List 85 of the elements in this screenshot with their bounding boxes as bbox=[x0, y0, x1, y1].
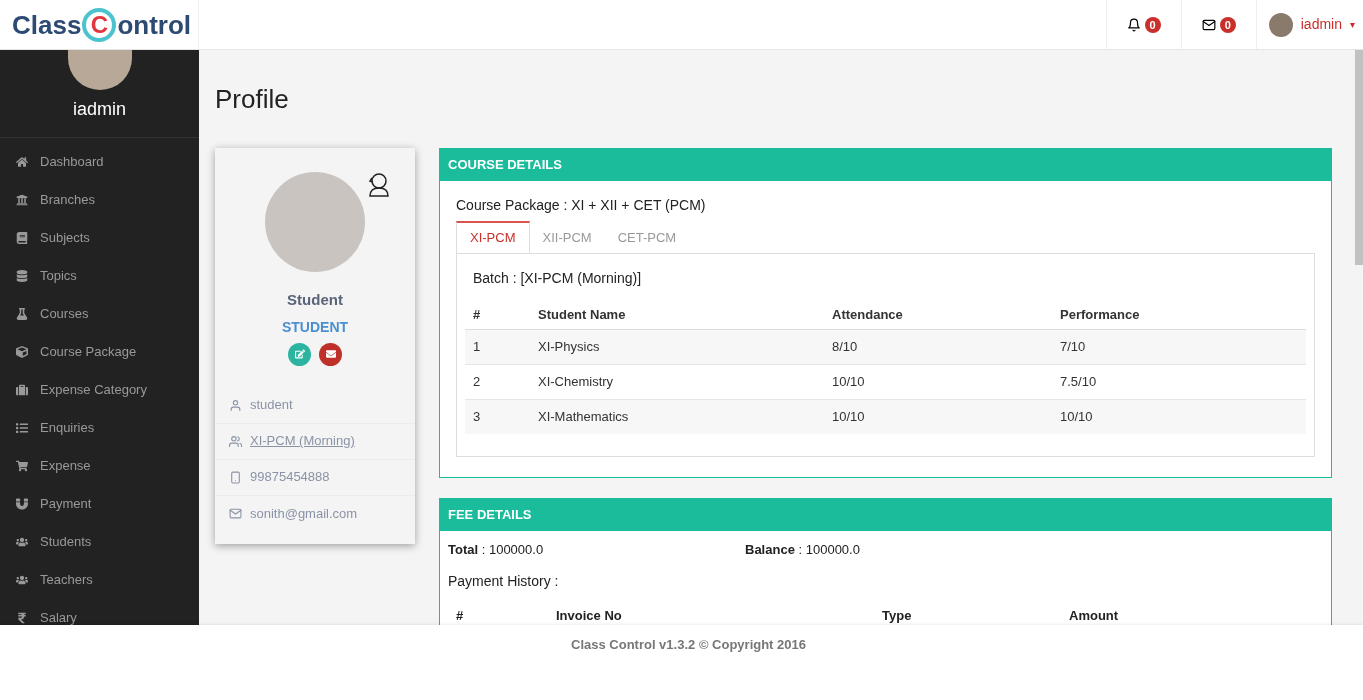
profile-detail: student bbox=[250, 396, 293, 415]
magnet-icon bbox=[16, 498, 28, 510]
notification-count: 0 bbox=[1144, 16, 1161, 33]
column-header: Amount bbox=[1069, 606, 1119, 625]
total-amount: Total : 100000.0 bbox=[448, 541, 545, 559]
avatar bbox=[67, 50, 132, 90]
batch-label: Batch : [XI-PCM (Morning)] bbox=[472, 269, 643, 288]
table-cell: XI-Physics bbox=[538, 338, 600, 354]
home-icon bbox=[16, 156, 28, 168]
column-header: Student Name bbox=[538, 307, 626, 322]
sidebar-item[interactable]: Subjects bbox=[0, 219, 199, 257]
sidebar-item[interactable]: Teachers bbox=[0, 561, 199, 599]
sidebar-item[interactable]: Payment bbox=[0, 485, 199, 523]
table-cell: XI-Mathematics bbox=[538, 409, 629, 424]
tab[interactable]: XII-PCM bbox=[529, 221, 605, 253]
sidebar-username: iadmin bbox=[73, 98, 126, 121]
table-cell: 10/10 bbox=[1060, 409, 1093, 424]
profile-name: Student bbox=[286, 290, 344, 310]
payment-history-label: Payment History : bbox=[448, 571, 560, 591]
messages-button[interactable]: 0 bbox=[1180, 0, 1256, 49]
sidebar-item[interactable]: Course Package bbox=[0, 333, 199, 371]
sidebar-item[interactable]: Courses bbox=[0, 295, 199, 333]
table-cell: 3 bbox=[473, 409, 481, 424]
users-icon bbox=[16, 574, 28, 586]
profile-role: STUDENT bbox=[280, 317, 350, 337]
edit-icon bbox=[294, 349, 305, 359]
mail-icon bbox=[1201, 17, 1216, 32]
bell-icon bbox=[1126, 17, 1141, 32]
message-count: 0 bbox=[1219, 16, 1236, 33]
page-title: Profile bbox=[215, 86, 290, 112]
copyright-text: Class Control v1.3.2 © Copyright 2016 bbox=[571, 636, 806, 654]
edit-button[interactable] bbox=[288, 342, 311, 366]
avatar bbox=[1268, 12, 1293, 37]
user-menu[interactable]: iadmin ▾ bbox=[1255, 0, 1363, 49]
batch-link[interactable]: XI-PCM (Morning) bbox=[250, 431, 355, 451]
user-icon bbox=[229, 398, 242, 412]
column-header: # bbox=[455, 606, 465, 625]
users-icon bbox=[16, 536, 28, 548]
mail-button[interactable] bbox=[319, 342, 342, 366]
column-header: Invoice No bbox=[556, 606, 623, 625]
course-package: Course Package : XI + XII + CET (PCM) bbox=[456, 196, 707, 215]
sidebar-item[interactable]: Branches bbox=[0, 181, 199, 219]
column-header: Performance bbox=[1060, 307, 1140, 322]
panel-title: COURSE DETAILS bbox=[448, 156, 562, 175]
table-cell: XI-Chemistry bbox=[538, 373, 614, 389]
table-cell: 7.5/10 bbox=[1060, 373, 1097, 389]
notifications-button[interactable]: 0 bbox=[1105, 0, 1181, 49]
bank-icon bbox=[16, 194, 28, 206]
table-cell: 7/10 bbox=[1060, 338, 1086, 354]
tab[interactable]: XI-PCM bbox=[456, 221, 530, 253]
sidebar-item[interactable]: Students bbox=[0, 523, 199, 561]
phone-icon bbox=[229, 470, 242, 484]
sidebar-item[interactable]: Topics bbox=[0, 257, 199, 295]
sidebar-item[interactable]: Salary bbox=[0, 599, 199, 625]
user-switch-icon bbox=[367, 172, 391, 198]
panel-title: FEE DETAILS bbox=[448, 506, 532, 525]
table-cell: 8/10 bbox=[832, 338, 858, 354]
logo[interactable]: Class C ontrol bbox=[12, 7, 192, 42]
cart-icon bbox=[16, 460, 28, 472]
list-icon bbox=[16, 422, 28, 434]
table-cell: 2 bbox=[473, 373, 481, 389]
mail-icon bbox=[325, 349, 336, 359]
sidebar-item[interactable]: Expense bbox=[0, 447, 199, 485]
sidebar-item[interactable]: Enquiries bbox=[0, 409, 199, 447]
profile-detail: sonith@gmail.com bbox=[250, 504, 358, 523]
sidebar-item[interactable]: Expense Category bbox=[0, 371, 199, 409]
balance-amount: Balance : 100000.0 bbox=[745, 541, 860, 559]
table-cell: 10/10 bbox=[832, 373, 865, 389]
database-icon bbox=[16, 270, 28, 282]
tab[interactable]: CET-PCM bbox=[604, 221, 690, 253]
cube-icon bbox=[16, 346, 28, 358]
column-header: # bbox=[473, 307, 481, 322]
rupee-icon bbox=[16, 612, 28, 624]
table-cell: 1 bbox=[473, 338, 481, 354]
table-cell: 10/10 bbox=[832, 409, 865, 424]
column-header: Attendance bbox=[832, 307, 903, 322]
users-icon bbox=[229, 434, 242, 448]
scrollbar[interactable] bbox=[1355, 50, 1363, 265]
book-icon bbox=[16, 232, 28, 244]
profile-detail: 99875454888 bbox=[250, 468, 330, 487]
mail-icon bbox=[229, 507, 242, 520]
column-header: Type bbox=[882, 606, 913, 625]
flask-icon bbox=[16, 308, 28, 320]
suitcase-icon bbox=[16, 384, 28, 396]
sidebar-item[interactable]: Dashboard bbox=[0, 143, 199, 181]
